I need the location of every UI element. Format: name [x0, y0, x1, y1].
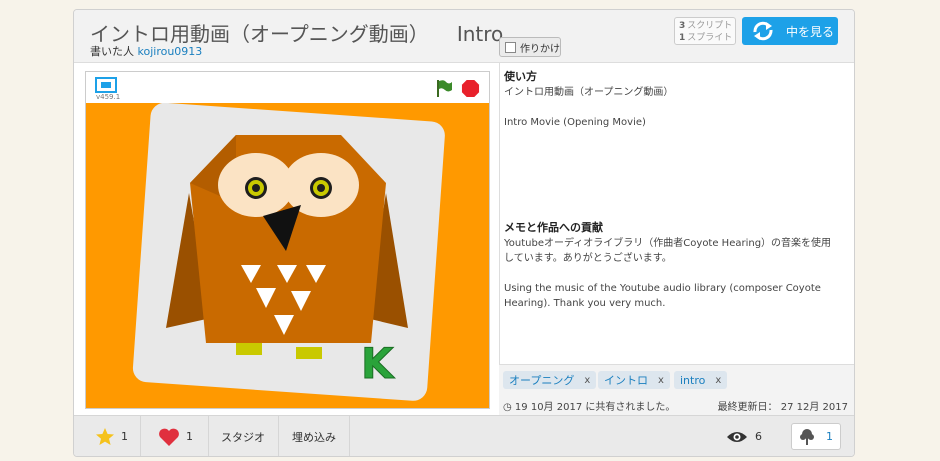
- notes-line: Youtubeオーディオライブラリ（作曲者Coyote Hearing）の音楽を…: [504, 238, 832, 249]
- sprite-letter: K: [361, 339, 395, 388]
- see-inside-button[interactable]: 中を見る: [742, 17, 838, 45]
- view-count: 6: [726, 416, 762, 456]
- embed-button[interactable]: 埋め込み: [279, 416, 350, 456]
- eye-icon: [727, 431, 747, 442]
- tag-label: intro: [680, 373, 706, 387]
- love-button[interactable]: 1: [141, 416, 209, 456]
- project-footer: 1 1 スタジオ 埋め込み 6 1: [74, 415, 854, 456]
- owl-sprite: K: [132, 103, 445, 401]
- player-version: v459.1: [96, 93, 121, 101]
- notes-line: Using the music of the Youtube audio lib…: [504, 283, 821, 294]
- author-line: 書いた人 kojirou0913: [90, 43, 202, 59]
- remix-tree-button[interactable]: 1: [791, 423, 841, 450]
- draft-toggle[interactable]: 作りかけ: [499, 37, 561, 57]
- notes-line: Hearing). Thank you very much.: [504, 298, 666, 309]
- star-icon: [96, 427, 114, 445]
- favorite-button[interactable]: 1: [74, 416, 141, 456]
- sprites-label: スプライト: [687, 33, 733, 43]
- project-stats: 3 スクリプト 1 スプライト: [674, 17, 736, 45]
- favorite-count: 1: [121, 430, 128, 443]
- view-count-number: 6: [755, 430, 762, 443]
- tag-remove-button[interactable]: x: [584, 375, 590, 386]
- instructions-heading: 使い方: [504, 70, 537, 83]
- draft-label: 作りかけ: [520, 43, 560, 55]
- shared-text: 19 10月 2017 に共有されました。: [514, 402, 676, 413]
- tag-label: オープニング: [509, 374, 575, 387]
- instructions-line: Intro Movie (Opening Movie): [504, 117, 646, 128]
- sprites-count: 1: [679, 33, 686, 43]
- tag-label: イントロ: [604, 374, 648, 387]
- instructions-line: イントロ用動画（オープニング動画）: [504, 87, 674, 98]
- project-card: イントロ用動画（オープニング動画） Intro 書いた人 kojirou0913 …: [73, 9, 855, 457]
- see-inside-icon: [753, 21, 773, 41]
- stop-icon[interactable]: [461, 79, 480, 98]
- heart-icon: [159, 428, 179, 446]
- title-en: Intro: [456, 22, 504, 46]
- see-inside-label: 中を見る: [786, 24, 835, 39]
- tag-remove-button[interactable]: x: [715, 375, 721, 386]
- clock-icon: ◷: [503, 402, 512, 413]
- author-link[interactable]: kojirou0913: [138, 45, 203, 58]
- fullscreen-icon[interactable]: [95, 77, 117, 93]
- scripts-count: 3: [679, 21, 686, 31]
- green-flag-icon[interactable]: [434, 78, 454, 98]
- project-description: 使い方 イントロ用動画（オープニング動画） Intro Movie (Openi…: [499, 62, 854, 415]
- tag-remove-button[interactable]: x: [658, 375, 664, 386]
- updated-date: 最終更新日： 27 12月 2017: [717, 402, 848, 413]
- tags-area: オープニング x イントロ x intro x ◷ 19 10月 2017 に共有され…: [499, 364, 854, 417]
- remix-count: 1: [826, 430, 833, 443]
- player-controls: v459.1: [86, 72, 489, 102]
- tag-intro[interactable]: intro x: [674, 371, 728, 389]
- scripts-label: スクリプト: [687, 21, 733, 31]
- add-to-studio-button[interactable]: スタジオ: [209, 416, 279, 456]
- project-player: v459.1 K: [85, 71, 490, 409]
- tag-intro-jp[interactable]: イントロ x: [598, 371, 670, 389]
- project-header: イントロ用動画（オープニング動画） Intro 書いた人 kojirou0913 …: [74, 10, 854, 63]
- notes-heading: メモと作品への貢献: [504, 221, 603, 234]
- shared-date: ◷ 19 10月 2017 に共有されました。: [503, 398, 675, 413]
- love-count: 1: [186, 430, 193, 443]
- author-prefix: 書いた人: [90, 45, 134, 58]
- draft-checkbox[interactable]: [505, 41, 516, 53]
- remix-tree-icon: [800, 428, 814, 445]
- stage[interactable]: K: [86, 103, 489, 408]
- tag-opening[interactable]: オープニング x: [503, 371, 597, 389]
- notes-line: しています。ありがとうございます。: [504, 253, 672, 264]
